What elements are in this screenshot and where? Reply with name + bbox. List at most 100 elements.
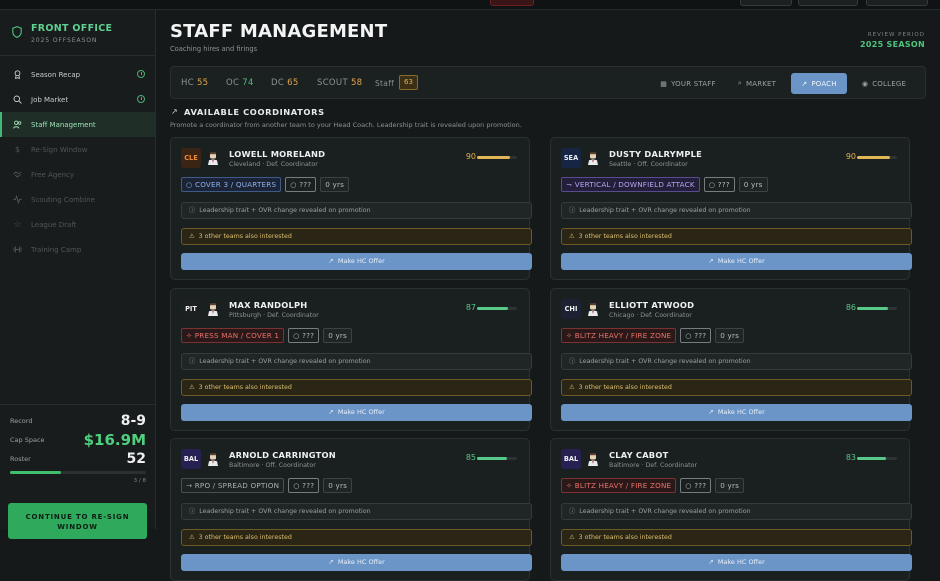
leadership-note: ⓘ Leadership trait + OVR change revealed … (561, 353, 912, 370)
coordinator-tags: ¬ VERTICAL / DOWNFIELD ATTACK ○ ??? 0 yr… (561, 177, 768, 192)
arrow-up-right-icon: ↗ (708, 558, 714, 566)
sidebar-item-training-camp[interactable]: Training Camp (0, 237, 155, 262)
ovr-bar (477, 156, 517, 159)
team-badge: CHI (561, 299, 581, 319)
building-icon: ▦ (660, 79, 668, 88)
leadership-note: ⓘ Leadership trait + OVR change revealed … (561, 503, 912, 520)
warning-icon: ⚠ (569, 534, 575, 541)
top-button[interactable] (866, 0, 928, 6)
coordinator-card: BAL ARNOLD CARRINGTON Baltimore · Off. C… (170, 438, 532, 581)
staff-count-label: Staff (375, 79, 395, 88)
sidebar-item-league-draft[interactable]: ☆ League Draft (0, 212, 155, 237)
warning-icon: ⚠ (189, 233, 195, 240)
trait-tag: ○ ??? (680, 328, 712, 343)
top-button[interactable] (798, 0, 858, 6)
interest-warning: ⚠ 3 other teams also interested (561, 379, 912, 396)
tab-college[interactable]: ◉ COLLEGE (855, 73, 913, 94)
warning-icon: ⚠ (569, 233, 575, 240)
scheme-icon: ○ (186, 180, 193, 189)
scheme-icon: ¬ (566, 180, 573, 189)
make-hc-offer-button[interactable]: ↗ Make HC Offer (181, 404, 532, 421)
make-hc-offer-button[interactable]: ↗ Make HC Offer (181, 253, 532, 270)
record-value: 8-9 (120, 412, 146, 429)
coordinator-card: CLE LOWELL MORELAND Cleveland · Def. Coo… (170, 137, 532, 280)
team-badge: SEA (561, 148, 581, 168)
trait-tag: ○ ??? (288, 478, 320, 493)
make-hc-offer-button[interactable]: ↗ Make HC Offer (561, 253, 912, 270)
trait-tag: ○ ??? (703, 177, 735, 192)
coordinator-card: SEA DUSTY DALRYMPLE Seattle · Off. Coord… (550, 137, 912, 280)
tab-your-staff[interactable]: ▦ YOUR STAFF (655, 73, 721, 94)
trait-tag: ○ ??? (285, 177, 317, 192)
sidebar-item-free-agency[interactable]: Free Agency (0, 162, 155, 187)
ovr-bar (477, 457, 517, 460)
leadership-note: ⓘ Leadership trait + OVR change revealed … (181, 503, 532, 520)
scheme-tag: ✧ BLITZ HEAVY / FIRE ZONE (561, 478, 677, 493)
experience-tag: 0 yrs (320, 177, 350, 192)
alert-pill[interactable] (490, 0, 534, 6)
interest-warning: ⚠ 3 other teams also interested (181, 379, 532, 396)
scheme-tag: → RPO / SPREAD OPTION (181, 478, 285, 493)
sidebar-item-label: League Draft (31, 220, 77, 229)
dumbbell-icon (13, 245, 22, 254)
ovr-bar (857, 156, 897, 159)
sidebar-item-label: Scouting Combine (31, 195, 95, 204)
info-icon: ⓘ (189, 358, 196, 365)
cap-space-stat: Cap Space $16.9M (10, 430, 146, 449)
sidebar-item-season-recap[interactable]: Season Recap (0, 62, 155, 87)
search-icon: ⌕ (737, 79, 742, 87)
shield-icon (12, 26, 22, 38)
ovr-bar-fill (477, 457, 507, 460)
review-period: REVIEW PERIOD 2025 SEASON (860, 32, 925, 49)
experience-tag: 0 yrs (738, 177, 768, 192)
leadership-note: ⓘ Leadership trait + OVR change revealed … (181, 202, 532, 219)
sidebar-item-label: Free Agency (31, 170, 75, 179)
sidebar-item-label: Job Market (31, 95, 69, 104)
coordinator-name: ARNOLD CARRINGTON (229, 450, 336, 460)
ovr-bar-fill (477, 156, 511, 159)
scheme-tag: ○ COVER 3 / QUARTERS (181, 177, 282, 192)
record-label: Record (10, 416, 33, 425)
coordinator-card: PIT MAX RANDOLPH Pittsburgh · Def. Coord… (170, 288, 532, 431)
tab-poach[interactable]: ↗ POACH (791, 73, 847, 94)
top-button[interactable] (740, 0, 792, 6)
team-badge: PIT (181, 299, 201, 319)
scheme-icon: ✧ (566, 481, 573, 490)
tab-market[interactable]: ⌕ MARKET (731, 73, 783, 94)
make-hc-offer-button[interactable]: ↗ Make HC Offer (561, 404, 912, 421)
avatar (208, 303, 218, 316)
ovr-rating: 90 (845, 152, 856, 161)
cap-space-value: $16.9M (83, 430, 146, 449)
ovr-bar (857, 307, 897, 310)
arrow-up-right-icon: ↗ (328, 257, 334, 265)
make-hc-offer-button[interactable]: ↗ Make HC Offer (561, 554, 912, 571)
progress-fill (10, 471, 61, 474)
coordinator-name: LOWELL MORELAND (229, 149, 326, 159)
search-icon (13, 95, 22, 104)
ovr-bar-fill (857, 307, 888, 310)
coordinator-tags: ○ COVER 3 / QUARTERS ○ ??? 0 yrs (181, 177, 350, 192)
make-hc-offer-button[interactable]: ↗ Make HC Offer (181, 554, 532, 571)
warning-icon: ⚠ (189, 534, 195, 541)
scheme-tag: ¬ VERTICAL / DOWNFIELD ATTACK (561, 177, 700, 192)
users-icon (13, 120, 22, 129)
sidebar-item-job-market[interactable]: Job Market (0, 87, 155, 112)
interest-warning: ⚠ 3 other teams also interested (181, 228, 532, 245)
roster-label: Roster (10, 454, 31, 463)
experience-tag: 0 yrs (715, 328, 745, 343)
sidebar-item-re-sign-window[interactable]: $ Re-Sign Window (0, 137, 155, 162)
sidebar-item-staff-management[interactable]: Staff Management (0, 112, 155, 137)
award-icon (13, 70, 22, 79)
team-badge: CLE (181, 148, 201, 168)
coordinator-tags: ✧ BLITZ HEAVY / FIRE ZONE ○ ??? 0 yrs (561, 328, 745, 343)
trait-tag: ○ ??? (680, 478, 712, 493)
roster-value: 52 (126, 450, 146, 467)
coordinator-location: Pittsburgh · Def. Coordinator (229, 312, 319, 319)
scheme-tag: ✧ PRESS MAN / COVER 1 (181, 328, 285, 343)
experience-tag: 0 yrs (715, 478, 745, 493)
sidebar-item-scouting-combine[interactable]: Scouting Combine (0, 187, 155, 212)
arrow-up-right-icon: ↗ (171, 107, 178, 116)
continue-button[interactable]: CONTINUE TO RE-SIGN WINDOW (8, 503, 147, 539)
experience-tag: 0 yrs (323, 328, 352, 343)
oc-count: OC 74 (226, 78, 254, 88)
